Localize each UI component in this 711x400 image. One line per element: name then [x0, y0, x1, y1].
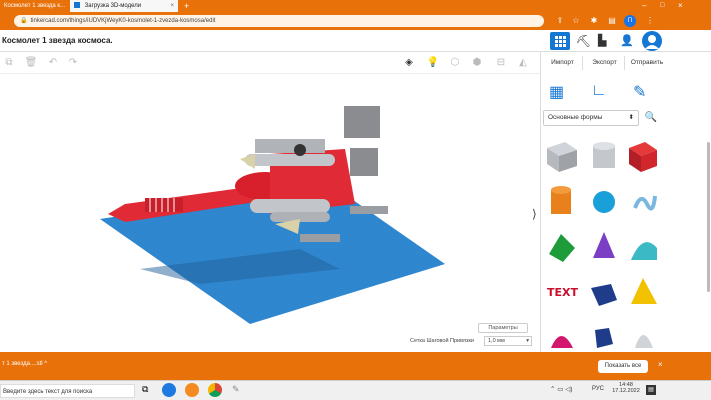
pickaxe-icon[interactable]: ⛏: [576, 34, 592, 48]
download-item[interactable]: т 1 звезда....stl ^: [2, 361, 47, 367]
mirror-icon[interactable]: ◭: [516, 56, 530, 70]
url-text: tinkercad.com/things/iUDVKjWeyK0-kosmole…: [30, 18, 216, 24]
workplane-tool-icon[interactable]: ▦: [549, 82, 571, 104]
redo-icon[interactable]: ↷: [66, 56, 80, 70]
taskbar: Введите здесь текст для поиска ⧉ ✎ ⌃ ▭ ◁…: [0, 380, 711, 400]
profile-icon[interactable]: П: [624, 15, 636, 27]
updown-icon: ⬍: [628, 114, 634, 121]
workplane[interactable]: ⟩ Параметры Сетка Шаговой Привязки 1,0 м…: [0, 74, 540, 352]
cone-shape[interactable]: [593, 232, 615, 258]
browser-tab-strip: Космолет 1 звезда к... Загрузка 3D-модел…: [0, 0, 711, 12]
tab-label: Загрузка 3D-модели: [84, 3, 142, 9]
close-window-button[interactable]: ×: [676, 0, 688, 12]
ruler-icon[interactable]: ∟: [591, 82, 613, 104]
url-field[interactable]: 🔒 tinkercad.com/things/iUDVKjWeyK0-kosmol…: [14, 15, 544, 27]
download-bar: т 1 звезда....stl ^ Показать все ×: [0, 352, 711, 380]
copy-icon[interactable]: ⧉: [2, 56, 16, 70]
task-view-icon[interactable]: ⧉: [142, 384, 148, 395]
tab-label: Космолет 1 звезда к...: [4, 3, 66, 9]
close-tab-icon[interactable]: ×: [170, 0, 174, 12]
shape-category-select[interactable]: Основные формы ⬍: [543, 110, 639, 126]
round-roof-shape[interactable]: [631, 242, 657, 260]
download-filename: т 1 звезда....stl: [2, 361, 43, 367]
edge-icon[interactable]: [162, 383, 176, 397]
search-icon[interactable]: 🔍: [643, 110, 659, 126]
import-button[interactable]: Импорт: [543, 56, 583, 70]
lock-icon: 🔒: [20, 18, 28, 24]
sphere-shape[interactable]: [593, 191, 615, 213]
new-tab-button[interactable]: +: [182, 0, 194, 12]
undo-icon[interactable]: ↶: [46, 56, 60, 70]
extensions-icon[interactable]: ✱: [588, 15, 600, 27]
right-chevron-icon[interactable]: ⟩: [532, 207, 537, 221]
clock[interactable]: 14:48 17.12.2022: [612, 382, 640, 394]
ungroup-icon[interactable]: ⬢: [470, 56, 484, 70]
chrome-icon[interactable]: [208, 383, 222, 397]
scribble-shape[interactable]: [633, 195, 657, 211]
panel-scrollbar[interactable]: [707, 142, 710, 292]
export-button[interactable]: Экспорт: [585, 56, 625, 70]
user-avatar-icon: [645, 35, 659, 49]
taskbar-search-input[interactable]: Введите здесь текст для поиска: [0, 384, 135, 398]
roof-shape[interactable]: [549, 234, 575, 262]
app-header: Космолет 1 звезда космоса. ⛏ ▙ 👤: [0, 30, 711, 52]
menu-dots-icon[interactable]: ⋮: [644, 15, 656, 27]
note-icon[interactable]: ◈: [402, 56, 416, 70]
search-placeholder: Введите здесь текст для поиска: [3, 389, 93, 395]
bookmark-star-icon[interactable]: ☆: [570, 15, 582, 27]
notifications-icon[interactable]: ▤: [646, 385, 656, 395]
box-hole-shape[interactable]: [547, 142, 577, 172]
paraboloid-shape[interactable]: [635, 335, 653, 348]
send-button[interactable]: Отправить: [627, 56, 667, 70]
category-value: Основные формы: [548, 114, 603, 121]
cylinder-shape[interactable]: [551, 186, 571, 214]
close-download-bar-icon[interactable]: ×: [658, 360, 663, 369]
trash-icon[interactable]: 🗑: [24, 56, 38, 70]
chevron-up-icon[interactable]: ^: [44, 361, 47, 367]
box-shape[interactable]: [629, 142, 657, 172]
grid-snap-select[interactable]: 1,0 мм ▾: [484, 336, 532, 346]
workplane-canvas[interactable]: ⟩: [0, 74, 540, 352]
notes-icon[interactable]: ✎: [633, 82, 655, 104]
pentagon-shape[interactable]: [591, 284, 617, 306]
tray-icons[interactable]: ⌃ ▭ ◁): [550, 385, 572, 393]
params-button[interactable]: Параметры: [478, 323, 528, 333]
address-bar-row: 🔒 tinkercad.com/things/iUDVKjWeyK0-kosmol…: [0, 12, 711, 30]
text-shape[interactable]: TEXT: [547, 286, 578, 299]
clock-date: 17.12.2022: [612, 388, 640, 394]
cylinder-hole-shape[interactable]: [593, 142, 615, 168]
shapes-grid: TEXT: [547, 142, 657, 348]
reading-list-icon[interactable]: ▤: [606, 15, 618, 27]
half-sphere-shape[interactable]: [551, 336, 573, 348]
firefox-icon[interactable]: [185, 383, 199, 397]
polygon-shape[interactable]: [595, 328, 613, 348]
tab-download-model[interactable]: Загрузка 3D-модели ×: [70, 0, 178, 12]
tinkercad-favicon-icon: [74, 2, 80, 9]
align-icon[interactable]: ⊟: [494, 56, 508, 70]
show-all-button[interactable]: Показать все: [598, 360, 648, 373]
bricks-icon[interactable]: ▙: [598, 34, 614, 48]
avatar[interactable]: [642, 31, 662, 51]
pyramid-shape[interactable]: [631, 278, 657, 304]
edit-toolbar: ⧉ 🗑 ↶ ↷ ◈ 💡 ⬡ ⬢ ⊟ ◭: [0, 52, 540, 74]
chevron-down-icon: ▾: [526, 338, 529, 344]
grid-view-button[interactable]: [550, 32, 570, 50]
design-title[interactable]: Космолет 1 звезда космоса.: [2, 36, 113, 45]
paint-icon[interactable]: ✎: [232, 384, 240, 395]
language-indicator[interactable]: РУС: [592, 386, 604, 392]
share-icon[interactable]: ⇪: [554, 15, 566, 27]
grid-snap-label: Сетка Шаговой Привязки: [410, 338, 474, 344]
light-bulb-icon[interactable]: 💡: [426, 56, 440, 70]
minimize-button[interactable]: –: [640, 0, 652, 12]
add-user-icon[interactable]: 👤: [620, 34, 636, 48]
shapes-panel: Импорт Экспорт Отправить ▦ ∟ ✎ Основные …: [540, 52, 711, 352]
svg-text:⟩: ⟩: [532, 207, 537, 221]
svg-text:TEXT: TEXT: [547, 286, 578, 299]
group-icon[interactable]: ⬡: [448, 56, 462, 70]
tab-tinkercad[interactable]: Космолет 1 звезда к...: [0, 0, 66, 12]
grid-snap-value: 1,0 мм: [488, 338, 505, 344]
grid-icon: [555, 36, 566, 47]
maximize-button[interactable]: □: [658, 0, 670, 12]
